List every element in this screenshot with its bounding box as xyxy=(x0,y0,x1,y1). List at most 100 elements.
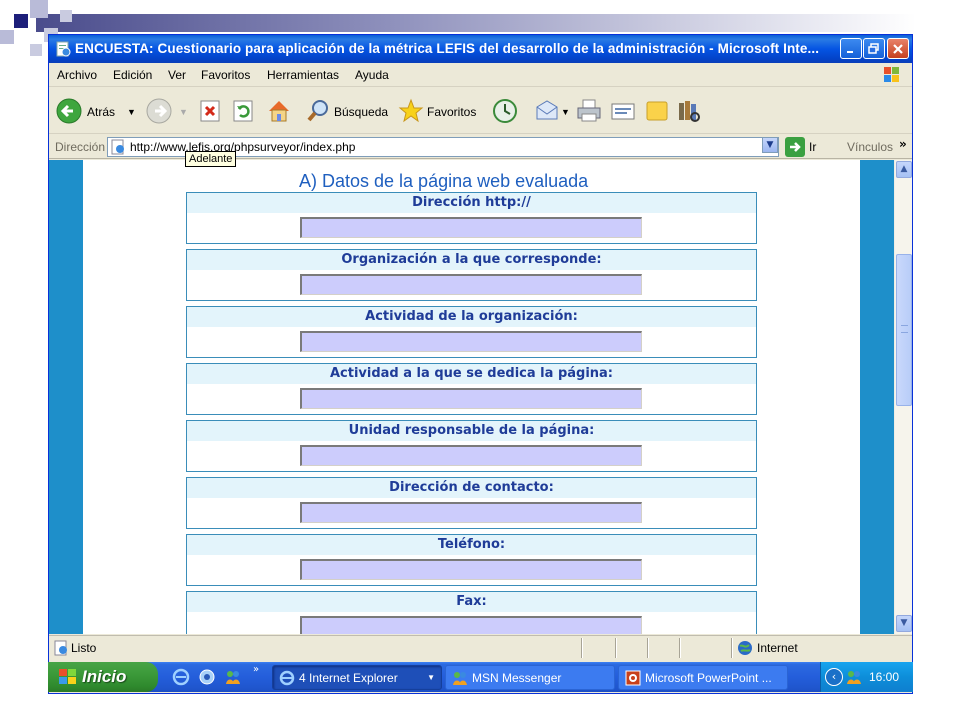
discuss-icon[interactable] xyxy=(643,97,671,125)
field-label: Dirección http:// xyxy=(187,193,756,213)
start-label: Inicio xyxy=(82,667,127,686)
organization-activity-input[interactable] xyxy=(300,331,642,352)
form-field: Dirección http:// xyxy=(186,192,757,244)
menu-favoritos[interactable]: Favoritos xyxy=(201,68,250,82)
minimize-button[interactable] xyxy=(840,38,862,59)
taskbar: Inicio » 4 Internet Explorer ▼ MSN Messe… xyxy=(48,662,913,692)
history-icon[interactable] xyxy=(491,97,519,125)
search-button-label[interactable]: Búsqueda xyxy=(334,105,388,119)
contact-address-input[interactable] xyxy=(300,502,642,523)
slide-decor-square xyxy=(30,44,42,56)
edit-icon[interactable] xyxy=(609,97,637,125)
form-field: Organización a la que corresponde: xyxy=(186,249,757,301)
vertical-scrollbar[interactable]: ▲ ▼ xyxy=(894,160,912,634)
powerpoint-icon xyxy=(625,670,641,686)
go-button[interactable] xyxy=(785,137,805,157)
forward-arrow-icon[interactable] xyxy=(145,97,173,125)
favorites-button-label[interactable]: Favoritos xyxy=(427,105,476,119)
mail-dropdown-icon[interactable]: ▼ xyxy=(561,107,570,117)
form-field: Dirección de contacto: xyxy=(186,477,757,529)
field-label: Fax: xyxy=(187,592,756,612)
favorites-star-icon[interactable] xyxy=(397,97,425,125)
scroll-down-button[interactable]: ▼ xyxy=(896,615,912,632)
globe-icon xyxy=(738,641,752,655)
start-button[interactable]: Inicio xyxy=(48,662,158,692)
back-arrow-icon[interactable] xyxy=(55,97,83,125)
print-icon[interactable] xyxy=(575,97,603,125)
slide-decor-square xyxy=(60,10,72,22)
status-divider xyxy=(581,638,583,658)
scroll-thumb[interactable] xyxy=(896,254,912,406)
windows-flag-icon xyxy=(59,669,76,684)
ie-quicklaunch-icon[interactable] xyxy=(172,668,190,686)
home-icon[interactable] xyxy=(265,97,293,125)
scroll-up-button[interactable]: ▲ xyxy=(896,161,912,178)
restore-button[interactable] xyxy=(863,38,885,59)
field-label: Dirección de contacto: xyxy=(187,478,756,498)
task-label: 4 Internet Explorer xyxy=(299,671,398,685)
stop-icon[interactable] xyxy=(199,97,223,125)
quicklaunch-more[interactable]: » xyxy=(253,664,259,675)
system-tray: ‹ 16:00 xyxy=(820,662,913,692)
task-label: Microsoft PowerPoint ... xyxy=(645,671,772,685)
url-input[interactable] xyxy=(300,217,642,238)
slide-decor-square xyxy=(14,14,28,28)
fax-input[interactable] xyxy=(300,616,642,634)
organization-input[interactable] xyxy=(300,274,642,295)
menu-archivo[interactable]: Archivo xyxy=(57,68,97,82)
links-chevron[interactable]: » xyxy=(899,137,907,151)
windows-logo-icon xyxy=(884,67,899,82)
refresh-icon[interactable] xyxy=(232,97,256,125)
forward-dropdown-icon: ▼ xyxy=(179,107,188,117)
page-activity-input[interactable] xyxy=(300,388,642,409)
status-text: Listo xyxy=(71,641,97,655)
window-title: ENCUESTA: Cuestionario para aplicación d… xyxy=(75,41,820,56)
links-label[interactable]: Vínculos xyxy=(847,140,893,154)
page-icon xyxy=(111,139,124,155)
responsible-unit-input[interactable] xyxy=(300,445,642,466)
slide-decor-square xyxy=(30,0,48,18)
field-label: Actividad a la que se dedica la página: xyxy=(187,364,756,384)
form-field: Fax: xyxy=(186,591,757,634)
clock[interactable]: 16:00 xyxy=(869,670,899,684)
menu-edicion[interactable]: Edición xyxy=(113,68,152,82)
form-field: Actividad de la organización: xyxy=(186,306,757,358)
menu-ver[interactable]: Ver xyxy=(168,68,186,82)
title-bar[interactable]: ENCUESTA: Cuestionario para aplicación d… xyxy=(49,35,912,63)
back-dropdown-icon[interactable]: ▼ xyxy=(127,107,136,117)
close-icon xyxy=(893,44,903,54)
go-label[interactable]: Ir xyxy=(809,140,816,154)
search-icon[interactable] xyxy=(305,97,333,125)
form-field: Teléfono: xyxy=(186,534,757,586)
back-button-label[interactable]: Atrás xyxy=(87,105,115,119)
menu-herramientas[interactable]: Herramientas xyxy=(267,68,339,82)
msn-tray-icon[interactable] xyxy=(845,668,863,686)
close-button[interactable] xyxy=(887,38,909,59)
address-dropdown-button[interactable]: ▼ xyxy=(762,137,778,153)
taskbar-item-internet-explorer[interactable]: 4 Internet Explorer ▼ xyxy=(272,665,442,690)
form-field: Actividad a la que se dedica la página: xyxy=(186,363,757,415)
research-icon[interactable] xyxy=(675,97,703,125)
menu-ayuda[interactable]: Ayuda xyxy=(355,68,389,82)
security-zone: Internet xyxy=(757,641,798,655)
page-viewport: A) Datos de la página web evaluada Direc… xyxy=(49,160,894,634)
tray-expand-icon[interactable]: ‹ xyxy=(825,668,843,686)
media-quicklaunch-icon[interactable] xyxy=(198,668,216,686)
status-divider xyxy=(647,638,649,658)
taskbar-item-powerpoint[interactable]: Microsoft PowerPoint ... xyxy=(618,665,788,690)
form-field: Unidad responsable de la página: xyxy=(186,420,757,472)
address-url[interactable]: http://www.lefis.org/phpsurveyor/index.p… xyxy=(130,140,355,154)
mail-icon[interactable] xyxy=(533,97,561,125)
standard-toolbar: Atrás ▼ ▼ Búsqueda Favoritos ▼ xyxy=(49,88,912,134)
field-label: Organización a la que corresponde: xyxy=(187,250,756,270)
slide-header-bar xyxy=(36,14,916,32)
msn-quicklaunch-icon[interactable] xyxy=(224,668,242,686)
document-ie-icon xyxy=(56,41,71,57)
field-label: Teléfono: xyxy=(187,535,756,555)
status-divider xyxy=(615,638,617,658)
phone-input[interactable] xyxy=(300,559,642,580)
status-bar: Listo Internet xyxy=(49,635,912,659)
taskbar-item-msn-messenger[interactable]: MSN Messenger xyxy=(445,665,615,690)
field-label: Unidad responsable de la página: xyxy=(187,421,756,441)
tooltip: Adelante xyxy=(185,151,237,167)
